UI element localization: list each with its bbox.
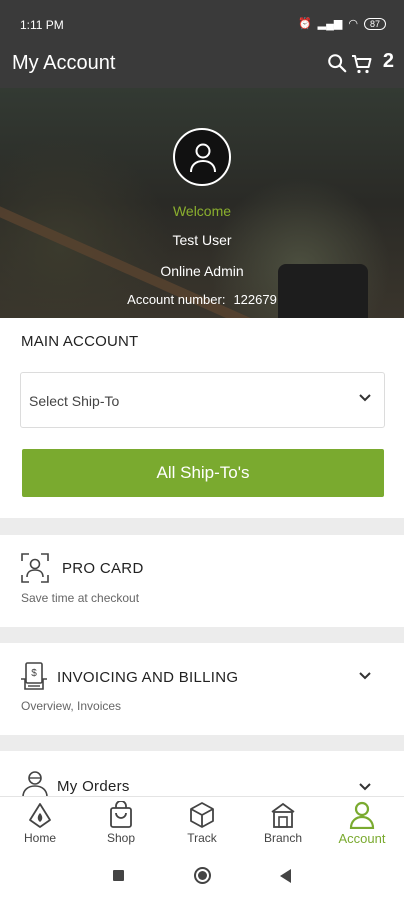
account-number-row: Account number: 122679 — [0, 292, 404, 307]
nav-account-label: Account — [338, 831, 386, 846]
nav-home[interactable]: Home — [0, 797, 80, 845]
status-icons: ⏰ ▂▄▆ ◠ 87 — [298, 17, 386, 30]
alarm-icon: ⏰ — [297, 18, 312, 30]
main-account-label: MAIN ACCOUNT — [21, 333, 139, 350]
invoicing-title: INVOICING AND BILLING — [57, 669, 239, 686]
main-account-section: MAIN ACCOUNT Select Ship-To All Ship-To'… — [0, 318, 404, 518]
welcome-text: Welcome — [172, 203, 232, 219]
profile-hero: Welcome Test User Online Admin Account n… — [0, 88, 404, 318]
avatar[interactable] — [173, 128, 231, 186]
branch-icon — [271, 802, 295, 828]
invoicing-subtitle: Overview, Invoices — [21, 699, 122, 713]
nav-shop[interactable]: Shop — [81, 797, 161, 845]
account-number-value: 122679 — [233, 292, 277, 307]
ship-to-select-value: Select Ship-To — [29, 393, 120, 409]
cart-count[interactable]: 2 — [383, 50, 394, 73]
back-button[interactable] — [280, 869, 291, 883]
app-bar: My Account 2 — [0, 46, 404, 88]
all-ship-to-button[interactable]: All Ship-To's — [22, 449, 384, 497]
my-orders-title: My Orders — [57, 778, 130, 795]
wifi-icon: ◠ — [348, 18, 358, 30]
invoice-icon: $ — [21, 662, 47, 690]
invoicing-billing-section[interactable]: $ INVOICING AND BILLING Overview, Invoic… — [0, 643, 404, 735]
nav-account[interactable]: Account — [322, 797, 402, 846]
bottom-nav: Home Shop Track Branch Account — [0, 796, 404, 852]
signal-icon: ▂▄▆ — [317, 18, 343, 30]
account-icon — [349, 801, 375, 829]
shop-icon — [110, 801, 132, 828]
pro-card-icon — [21, 553, 49, 583]
user-name: Test User — [172, 232, 232, 248]
nav-branch-label: Branch — [263, 831, 303, 845]
my-orders-section[interactable]: My Orders — [0, 751, 404, 797]
orders-icon — [22, 771, 48, 797]
home-system-button[interactable] — [194, 867, 211, 884]
nav-shop-label: Shop — [106, 831, 136, 845]
track-icon — [190, 802, 214, 828]
cart-icon[interactable] — [350, 52, 374, 76]
page-title: My Account — [12, 52, 116, 74]
svg-text:$: $ — [31, 668, 37, 679]
pro-card-title: PRO CARD — [62, 560, 144, 577]
chevron-down-icon — [359, 394, 371, 402]
home-icon — [29, 803, 51, 828]
nav-track-label: Track — [187, 831, 217, 845]
status-bar: 1:11 PM ⏰ ▂▄▆ ◠ 87 — [0, 0, 404, 46]
recents-button[interactable] — [113, 870, 124, 881]
pro-card-subtitle: Save time at checkout — [21, 591, 140, 605]
status-time: 1:11 PM — [20, 18, 64, 32]
search-icon[interactable] — [326, 52, 348, 74]
user-role: Online Admin — [160, 263, 244, 279]
chevron-down-icon[interactable] — [358, 782, 372, 792]
account-number-label: Account number: — [127, 292, 226, 307]
chevron-down-icon[interactable] — [358, 671, 372, 681]
battery-icon: 87 — [363, 17, 386, 30]
nav-track[interactable]: Track — [162, 797, 242, 845]
nav-home-label: Home — [23, 831, 56, 845]
pro-card-section[interactable]: PRO CARD Save time at checkout — [0, 535, 404, 627]
system-nav-bar — [0, 852, 404, 900]
user-icon — [190, 143, 216, 173]
nav-branch[interactable]: Branch — [243, 797, 323, 845]
ship-to-select[interactable]: Select Ship-To — [20, 372, 385, 428]
